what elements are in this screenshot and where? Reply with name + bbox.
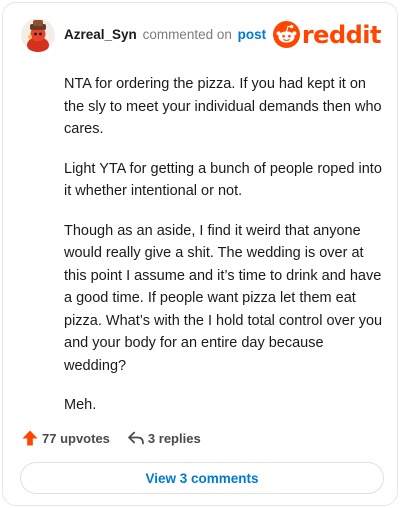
reddit-snoo-icon — [272, 21, 300, 48]
comment-card: Azreal_Syn commented on post reddit NTA … — [2, 2, 398, 506]
comment-paragraph: NTA for ordering the pizza. If you had k… — [64, 76, 382, 137]
user-avatar-icon[interactable] — [21, 18, 55, 52]
replies-count: 3 replies — [147, 430, 201, 446]
upvotes-count: 77 upvotes — [42, 430, 110, 446]
view-comments-button[interactable]: View 3 comments — [20, 462, 384, 494]
reply-arrow-icon — [128, 431, 144, 445]
comment-body: NTA for ordering the pizza. If you had k… — [64, 73, 384, 434]
comment-paragraph: Meh. — [64, 397, 97, 413]
replies-button[interactable]: 3 replies — [126, 428, 201, 448]
reddit-wordmark: reddit — [301, 20, 382, 49]
post-link[interactable]: post — [238, 27, 267, 42]
reddit-logo[interactable]: reddit — [272, 20, 382, 49]
upvote-arrow-icon — [22, 430, 38, 446]
commented-on-text: commented on — [142, 27, 232, 42]
comment-paragraph: Though as an aside, I find it weird that… — [64, 222, 383, 374]
comment-actions: 77 upvotes 3 replies — [20, 427, 201, 449]
username[interactable]: Azreal_Syn — [64, 27, 137, 42]
upvote-button[interactable]: 77 upvotes — [20, 428, 110, 448]
comment-paragraph: Light YTA for getting a bunch of people … — [64, 160, 382, 200]
comment-meta: Azreal_Syn commented on post — [64, 26, 266, 44]
